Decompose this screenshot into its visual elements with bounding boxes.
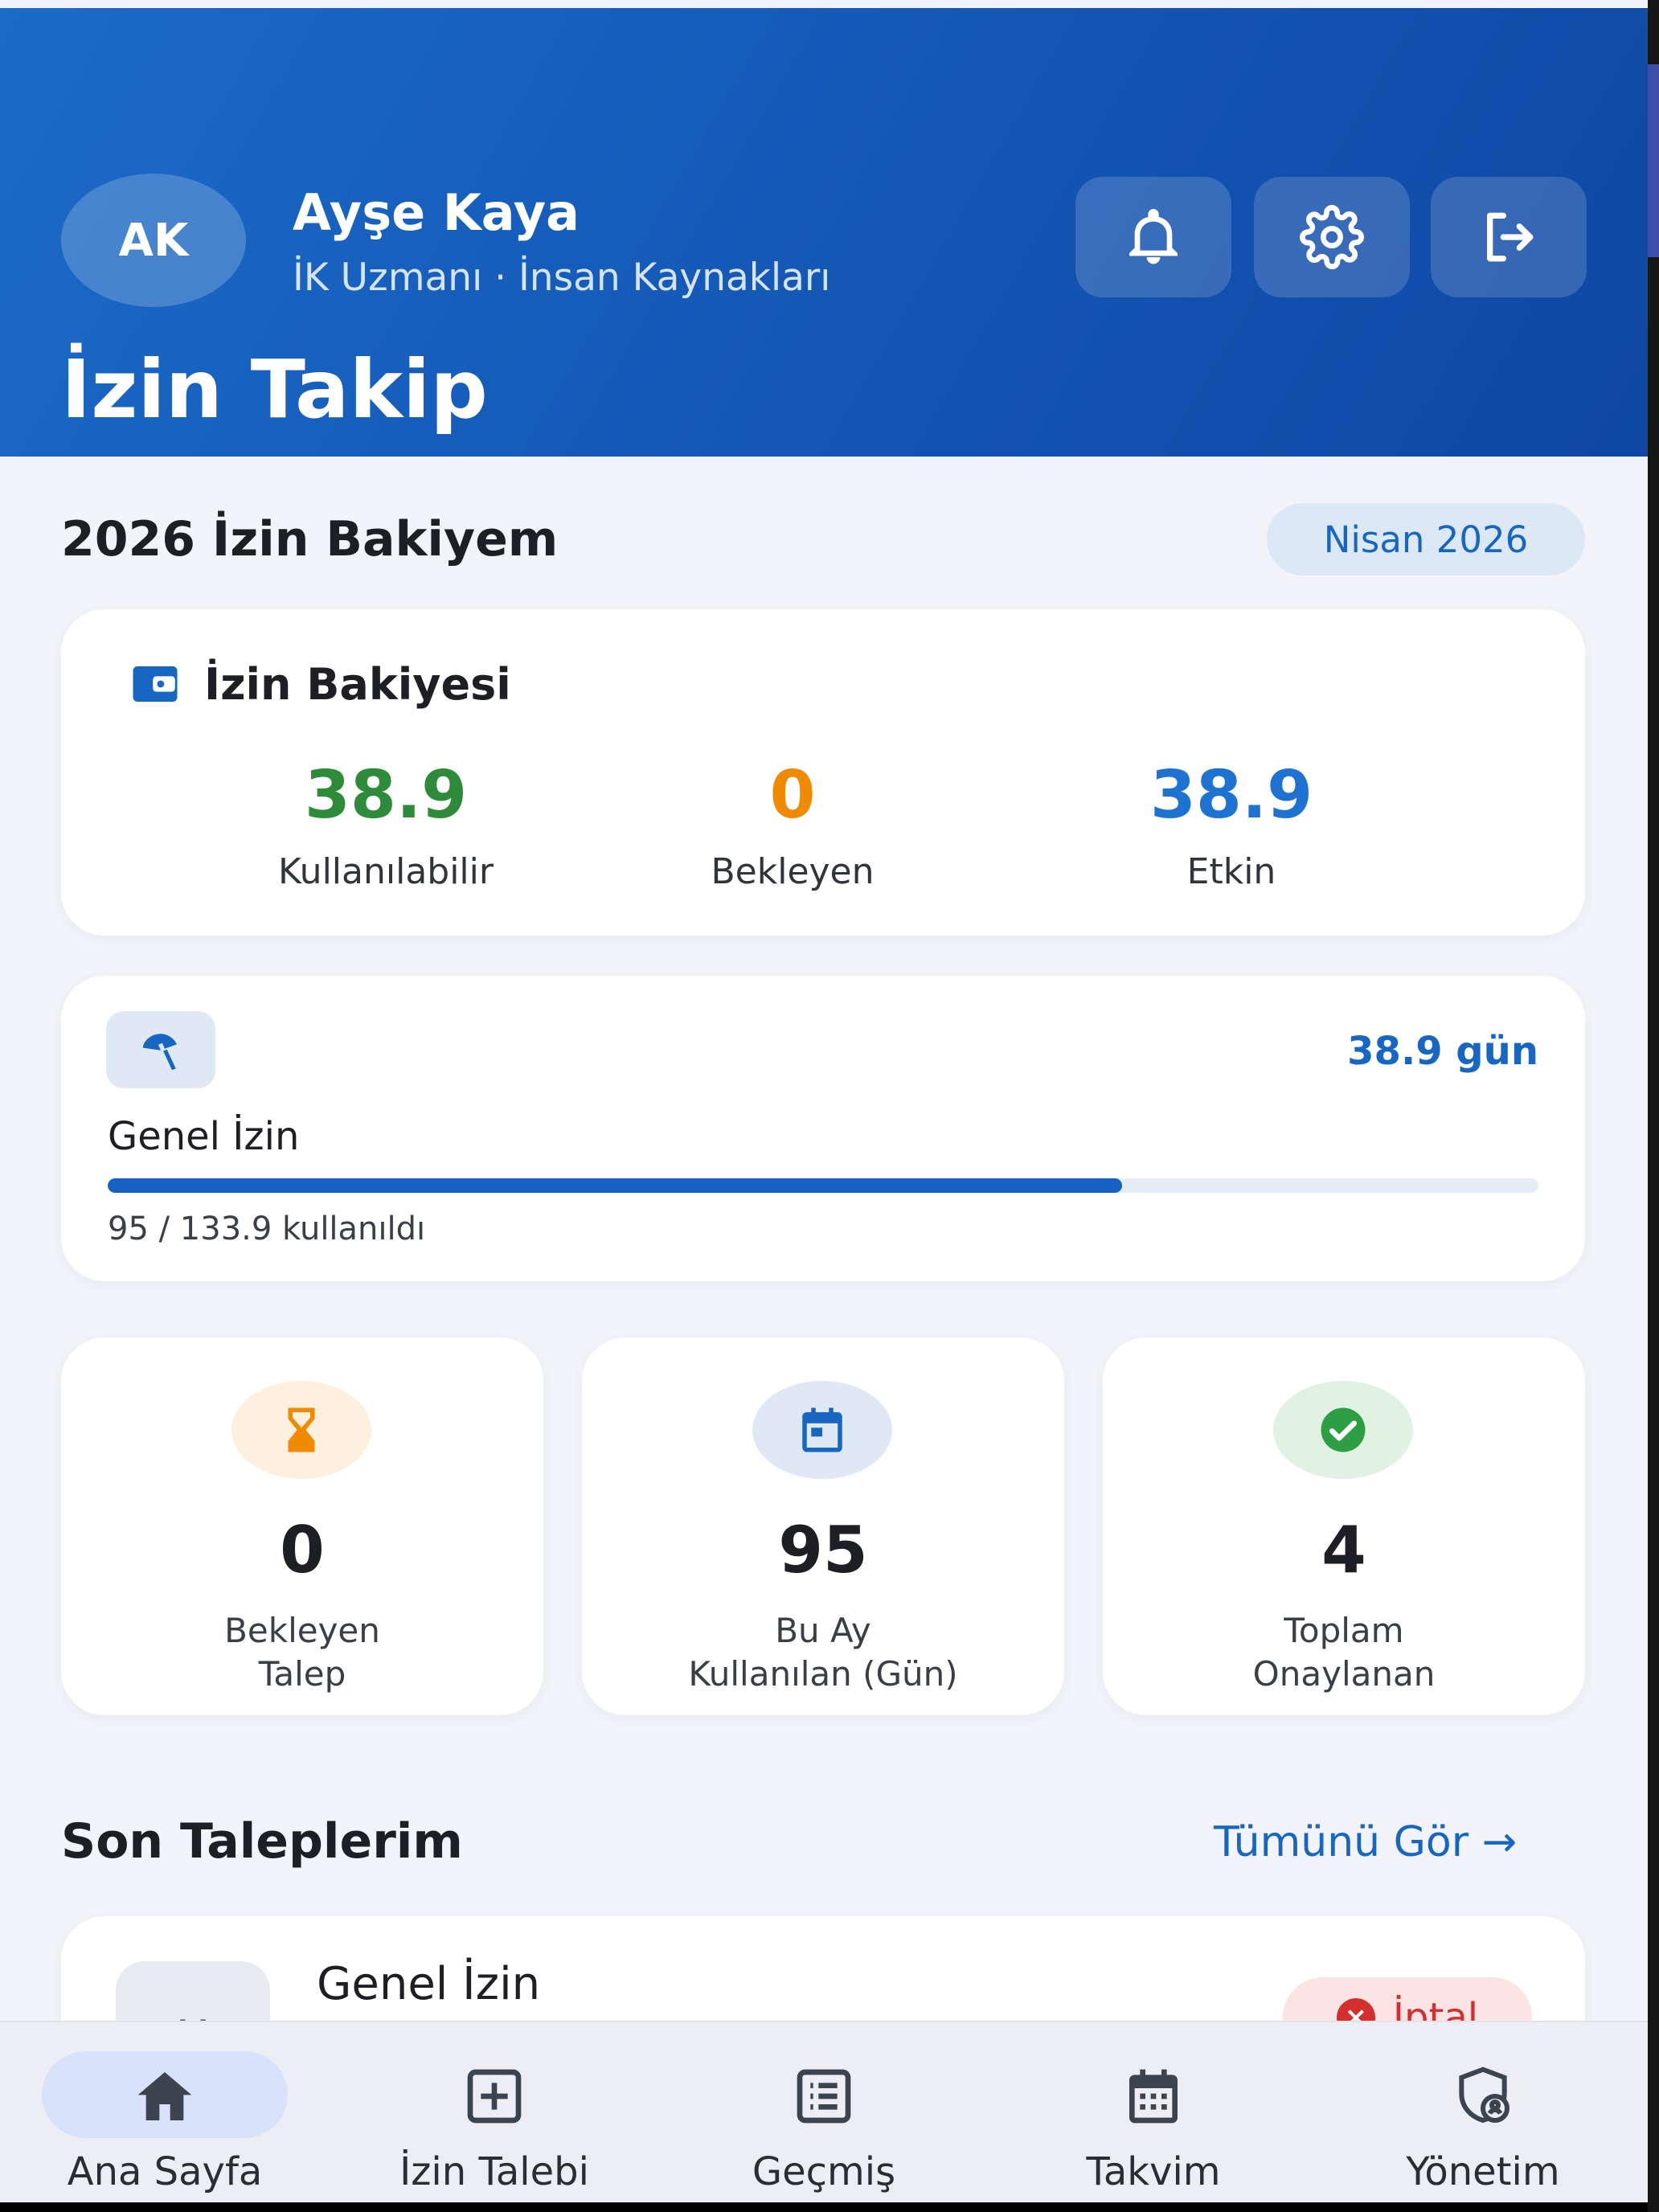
plus-square-icon (467, 2069, 522, 2124)
general-leave-card[interactable]: 38.9 gün Genel İzin 95 / 133.9 kullanıld… (61, 976, 1585, 1281)
summary-label: Bu Ay Kullanılan (Gün) (688, 1611, 958, 1694)
balance-card-title: İzin Bakiyesi (204, 658, 511, 710)
stat-label: Etkin (1186, 851, 1276, 892)
summary-value: 0 (280, 1513, 325, 1587)
app-header: AK Ayşe Kaya İK Uzmanı · İnsan Kaynaklar… (0, 8, 1648, 457)
user-name: Ayşe Kaya (293, 183, 580, 242)
leave-remaining-days: 38.9 gün (1347, 1029, 1538, 1074)
balance-card-header: İzin Bakiyesi (129, 657, 511, 711)
logout-icon (1487, 212, 1534, 262)
check-circle-icon (1321, 1407, 1366, 1452)
calendar-grid-icon (1129, 2069, 1178, 2124)
leave-used-text: 95 / 133.9 kullanıldı (108, 1210, 426, 1247)
balance-section-title: 2026 İzin Bakiyem (61, 511, 559, 567)
request-type-name: Genel İzin (317, 1958, 541, 2010)
notifications-button[interactable] (1075, 177, 1231, 297)
beach-umbrella-icon (142, 1034, 177, 1071)
user-role: İK Uzmanı · İnsan Kaynakları (293, 256, 831, 300)
nav-item-history[interactable]: Geçmiş (659, 2040, 989, 2194)
see-all-link[interactable]: Tümünü Gör → (1214, 1818, 1517, 1866)
hourglass-icon (288, 1407, 315, 1452)
home-icon (137, 2072, 192, 2120)
wallet-icon (133, 666, 178, 702)
shield-user-icon (1459, 2067, 1509, 2124)
stat-pending: 0 Bekleyen (632, 757, 953, 892)
stat-value: 0 (769, 757, 816, 834)
recent-section-title: Son Taleplerim (61, 1813, 463, 1870)
nav-item-calendar[interactable]: Takvim (989, 2040, 1318, 2194)
leave-progress-track (108, 1178, 1538, 1193)
nav-label: Geçmiş (752, 2149, 896, 2194)
summary-value: 95 (778, 1513, 868, 1587)
nav-item-management[interactable]: Yönetim (1318, 2040, 1648, 2194)
stat-value: 38.9 (304, 757, 468, 834)
nav-item-leave-request[interactable]: İzin Talebi (330, 2040, 659, 2194)
settings-button[interactable] (1254, 177, 1410, 297)
gear-icon (1300, 205, 1364, 269)
stat-value: 38.9 (1149, 757, 1313, 834)
leave-progress-fill (108, 1178, 1123, 1193)
bottom-navigation: Ana Sayfa İzin Talebi Geçmiş Takvim Yöne… (0, 2021, 1648, 2202)
list-icon (797, 2069, 851, 2124)
stat-label: Bekleyen (711, 851, 875, 892)
summary-value: 4 (1321, 1513, 1366, 1587)
summary-icon-circle (231, 1381, 371, 1479)
stat-label: Kullanılabilir (278, 851, 494, 892)
month-badge[interactable]: Nisan 2026 (1267, 503, 1585, 576)
summary-card-pending[interactable]: 0 Bekleyen Talep (61, 1337, 543, 1715)
summary-card-total-approved[interactable]: 4 Toplam Onaylanan (1103, 1337, 1585, 1715)
leave-type-icon-box (106, 1011, 215, 1088)
nav-label: Yönetim (1406, 2149, 1560, 2194)
page-title: İzin Takip (61, 342, 488, 436)
summary-label: Bekleyen Talep (224, 1611, 380, 1694)
stat-available: 38.9 Kullanılabilir (225, 757, 547, 892)
summary-label: Toplam Onaylanan (1252, 1611, 1436, 1694)
logout-button[interactable] (1431, 177, 1587, 297)
balance-card: İzin Bakiyesi 38.9 Kullanılabilir 0 Bekl… (61, 609, 1585, 936)
window-edge (1648, 0, 1659, 2212)
nav-label: İzin Talebi (399, 2149, 589, 2194)
summary-card-used-this-month[interactable]: 95 Bu Ay Kullanılan (Gün) (582, 1337, 1064, 1715)
summary-icon-circle (1273, 1381, 1413, 1479)
leave-type-name: Genel İzin (108, 1114, 300, 1159)
app-screen: AK Ayşe Kaya İK Uzmanı · İnsan Kaynaklar… (0, 0, 1648, 2202)
stat-effective: 38.9 Etkin (1071, 757, 1392, 892)
nav-label: Ana Sayfa (67, 2149, 263, 2194)
summary-icon-circle (752, 1381, 892, 1479)
bell-icon (1129, 209, 1178, 264)
nav-label: Takvim (1086, 2149, 1221, 2194)
calendar-icon (802, 1407, 842, 1452)
avatar[interactable]: AK (61, 174, 246, 307)
nav-item-home[interactable]: Ana Sayfa (0, 2040, 330, 2194)
